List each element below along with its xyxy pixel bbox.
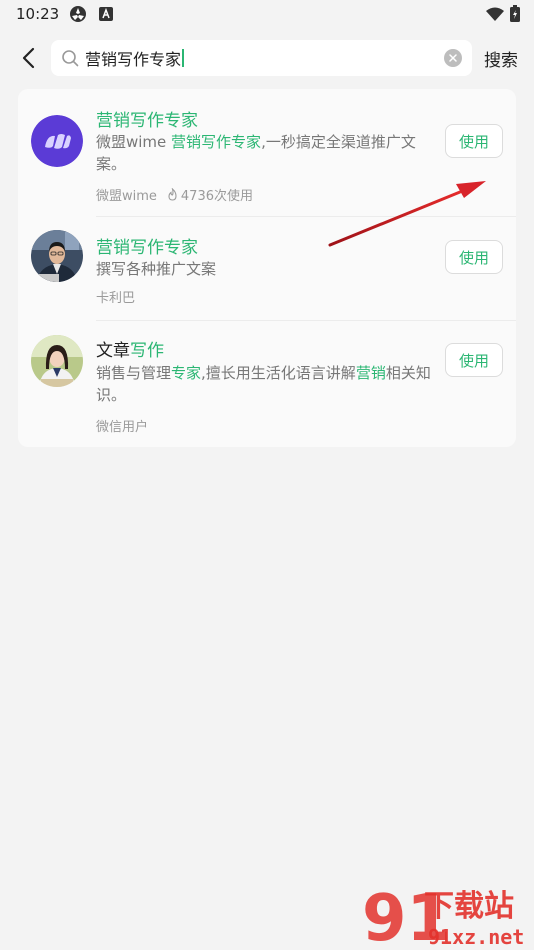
text-segment: 文章 bbox=[96, 341, 130, 361]
text-segment: 微盟wime bbox=[96, 133, 172, 151]
use-button[interactable]: 使用 bbox=[445, 240, 503, 274]
result-title: 营销写作专家 bbox=[96, 233, 198, 258]
result-author: 微盟wime bbox=[96, 189, 157, 204]
search-submit-button[interactable]: 搜索 bbox=[484, 46, 518, 71]
highlighted-text: 营销 bbox=[355, 364, 386, 382]
highlighted-text: 专家 bbox=[171, 364, 202, 382]
search-input[interactable]: 营销写作专家 bbox=[51, 40, 472, 76]
avatar-girl-photo bbox=[31, 335, 83, 387]
status-bar: 10:23 bbox=[0, 0, 534, 28]
close-icon bbox=[449, 54, 457, 62]
search-query-text: 营销写作专家 bbox=[85, 46, 185, 70]
result-item[interactable]: 文章写作 销售与管理专家,擅长用生活化语言讲解营销相关知识。 微信用户 使用 bbox=[18, 321, 516, 447]
result-usage-count: 4736次使用 bbox=[180, 189, 253, 204]
text-segment: ,擅长用生活化语言讲解 bbox=[201, 364, 356, 382]
result-description: 销售与管理专家,擅长用生活化语言讲解营销相关知识。 bbox=[96, 362, 436, 406]
text-caret bbox=[182, 49, 185, 67]
result-item[interactable]: 营销写作专家 撰写各种推广文案 卡利巴 使用 bbox=[18, 217, 516, 321]
use-button[interactable]: 使用 bbox=[445, 124, 503, 158]
highlighted-text: 营销写作专家 bbox=[96, 111, 198, 131]
wifi-icon bbox=[486, 7, 504, 25]
battery-icon bbox=[510, 5, 520, 26]
result-description: 微盟wime 营销写作专家,一秒搞定全渠道推广文案。 bbox=[96, 131, 436, 175]
highlighted-text: 写作 bbox=[130, 341, 164, 361]
result-author: 卡利巴 bbox=[96, 291, 136, 306]
search-icon bbox=[61, 49, 79, 67]
status-time: 10:23 bbox=[16, 5, 60, 23]
search-results-list: 营销写作专家 微盟wime 营销写作专家,一秒搞定全渠道推广文案。 微盟wime… bbox=[18, 89, 516, 447]
result-meta: 卡利巴 bbox=[96, 287, 135, 306]
watermark: 91 下载站 91xz.net bbox=[362, 878, 534, 950]
watermark-domain: 91xz.net bbox=[428, 925, 524, 949]
result-author: 微信用户 bbox=[96, 420, 149, 435]
text-segment: 撰写各种推广文案 bbox=[96, 260, 217, 278]
use-button[interactable]: 使用 bbox=[445, 343, 503, 377]
avatar-man-photo bbox=[31, 230, 83, 282]
result-meta: 微信用户 bbox=[96, 416, 148, 435]
result-title: 文章写作 bbox=[96, 336, 164, 361]
app-notification-icon bbox=[69, 5, 87, 23]
flame-icon bbox=[167, 188, 178, 201]
result-meta: 微盟wime 4736次使用 bbox=[96, 185, 253, 204]
back-button[interactable] bbox=[14, 44, 42, 72]
result-item[interactable]: 营销写作专家 微盟wime 营销写作专家,一秒搞定全渠道推广文案。 微盟wime… bbox=[18, 89, 516, 217]
clear-search-button[interactable] bbox=[444, 49, 462, 67]
highlighted-text: 营销写作专家 bbox=[171, 133, 262, 151]
highlighted-text: 营销写作专家 bbox=[96, 238, 198, 258]
text-segment: 销售与管理 bbox=[96, 364, 172, 382]
watermark-brand: 下载站 bbox=[424, 889, 514, 924]
avatar-wime-logo bbox=[31, 115, 83, 167]
chevron-left-icon bbox=[22, 47, 35, 69]
keyboard-a-icon bbox=[99, 7, 114, 21]
search-header: 营销写作专家 搜索 bbox=[0, 38, 534, 78]
result-title: 营销写作专家 bbox=[96, 106, 198, 131]
result-description: 撰写各种推广文案 bbox=[96, 258, 436, 280]
